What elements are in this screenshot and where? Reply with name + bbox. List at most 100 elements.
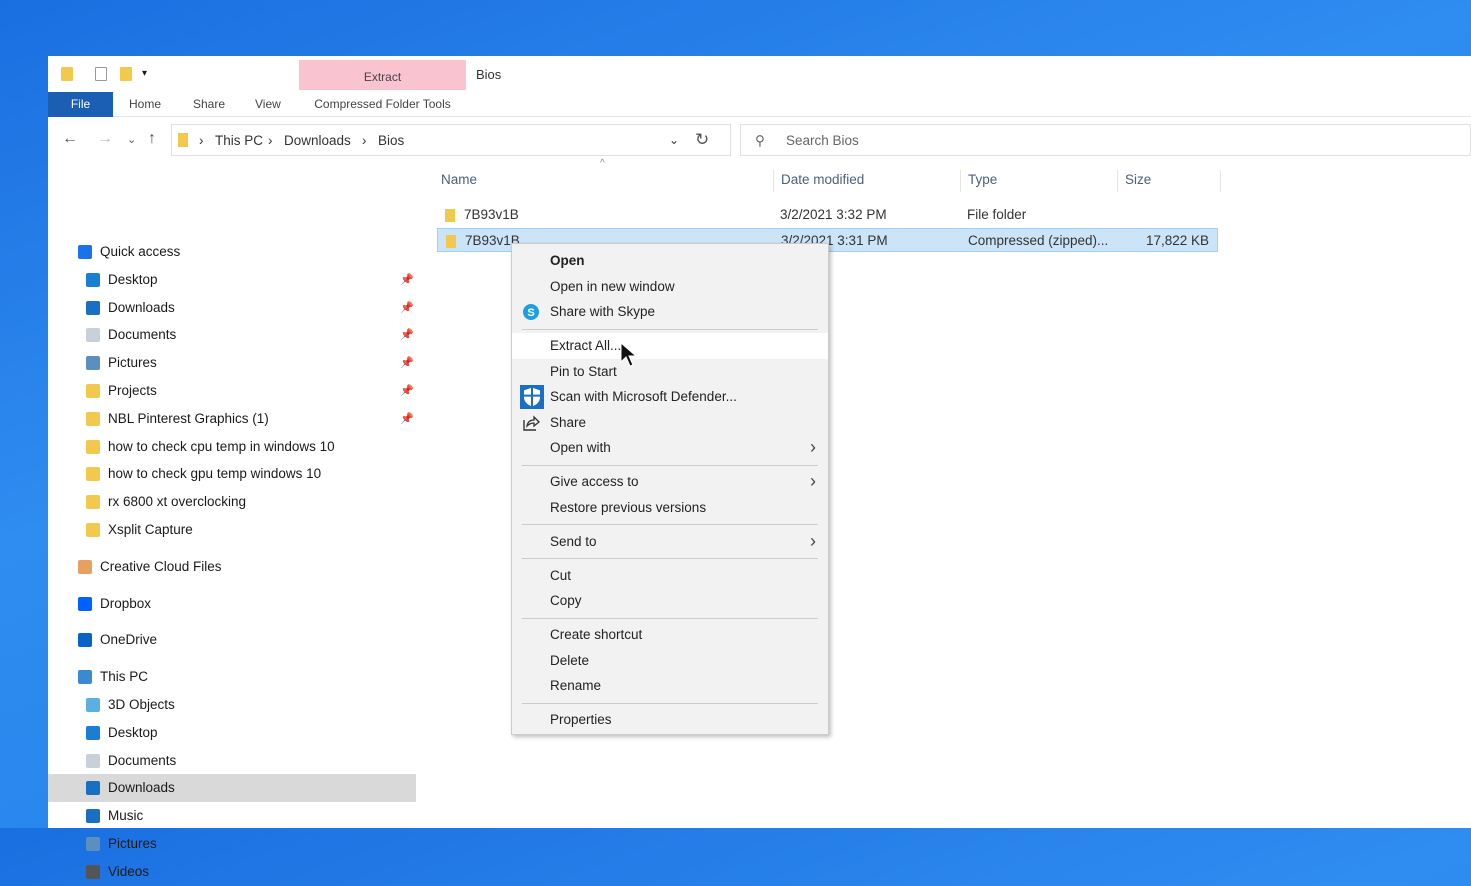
extract-context-tab[interactable]: Extract [299, 60, 466, 90]
tab-file[interactable]: File [48, 92, 113, 117]
column-date-modified[interactable]: Date modified [781, 172, 864, 187]
back-icon[interactable]: ← [62, 130, 78, 148]
sidebar-item-documents[interactable]: Documents 📌 [48, 321, 416, 349]
search-input[interactable]: ⚲ Search Bios [740, 124, 1471, 156]
sidebar-item-label: NBL Pinterest Graphics (1) [108, 410, 269, 426]
sidebar-item-downloads[interactable]: Downloads 📌 [48, 294, 416, 322]
sort-ascending-icon: ^ [600, 158, 605, 169]
sidebar-item-label: Pictures [108, 355, 157, 371]
column-type[interactable]: Type [968, 172, 997, 187]
menu-item-send-to[interactable]: Send to › [512, 529, 828, 555]
chevron-down-icon[interactable]: ⌄ [669, 133, 679, 147]
sidebar-item-xsplit-capture[interactable]: Xsplit Capture [48, 516, 416, 544]
download-icon [86, 300, 100, 315]
new-folder-icon[interactable] [120, 67, 132, 81]
download-icon [86, 781, 100, 796]
menu-item-label: Delete [550, 652, 590, 668]
sidebar-item-pictures[interactable]: Pictures 📌 [48, 349, 416, 377]
ribbon-tabs: File Home Share View Compressed Folder T… [48, 92, 1471, 117]
sidebar-item-label: how to check gpu temp windows 10 [108, 466, 322, 482]
pin-icon[interactable]: 📌 [400, 321, 414, 349]
breadcrumb-bios[interactable]: Bios [378, 133, 404, 148]
3d-objects-icon [86, 698, 100, 712]
sidebar-item-dropbox[interactable]: Dropbox [48, 590, 416, 618]
menu-item-label: Pin to Start [550, 363, 617, 379]
address-bar[interactable]: › This PC › Downloads › Bios ⌄ [171, 124, 731, 156]
properties-icon[interactable] [95, 67, 107, 81]
menu-item-label: Open [550, 253, 585, 268]
menu-item-pin-to-start[interactable]: Pin to Start [512, 359, 828, 385]
sidebar-item-videos[interactable]: Videos [48, 858, 416, 886]
tab-compressed-folder-tools[interactable]: Compressed Folder Tools [299, 92, 466, 117]
file-explorer-window: ▾ Extract Bios File Home Share View Comp… [48, 56, 1471, 879]
up-icon[interactable]: ↑ [148, 130, 156, 148]
folder-icon [86, 523, 100, 537]
sidebar-item-label: Projects [108, 383, 157, 398]
menu-item-properties[interactable]: Properties [512, 707, 828, 733]
sidebar-item-label: Documents [108, 752, 177, 768]
customize-dropdown-icon[interactable]: ▾ [142, 68, 147, 79]
sidebar-item-quick-access[interactable]: Quick access [48, 238, 416, 266]
sidebar-item-rx-6800-xt-overclocking[interactable]: rx 6800 xt overclocking [48, 488, 416, 516]
menu-item-give-access-to[interactable]: Give access to › [512, 469, 828, 495]
menu-item-open-with[interactable]: Open with › [512, 435, 828, 461]
desktop-icon [86, 272, 100, 287]
menu-item-restore-previous-versions[interactable]: Restore previous versions [512, 495, 828, 521]
sidebar-item-pictures[interactable]: Pictures [48, 830, 416, 858]
sidebar-item-this-pc[interactable]: This PC [48, 663, 416, 691]
sidebar-item-desktop[interactable]: Desktop [48, 719, 416, 747]
navigation-pane: Quick access Desktop 📌 Downloads 📌 Documents 📌… [48, 163, 416, 879]
folder-icon [445, 209, 455, 222]
menu-item-open[interactable]: Open [512, 248, 828, 274]
refresh-icon[interactable]: ↻ [695, 130, 709, 150]
pin-icon[interactable]: 📌 [400, 377, 414, 405]
pin-icon[interactable]: 📌 [400, 405, 414, 433]
breadcrumb-this-pc[interactable]: This PC [215, 133, 263, 148]
pin-icon[interactable]: 📌 [400, 266, 414, 294]
menu-item-copy[interactable]: Copy [512, 588, 828, 614]
sidebar-item-onedrive[interactable]: OneDrive [48, 626, 416, 654]
menu-item-cut[interactable]: Cut [512, 563, 828, 589]
sidebar-item-desktop[interactable]: Desktop 📌 [48, 266, 416, 294]
defender-icon [520, 385, 544, 409]
star-icon [78, 245, 92, 259]
folder-icon [86, 411, 100, 426]
menu-item-rename[interactable]: Rename [512, 673, 828, 699]
column-name[interactable]: Name [441, 172, 477, 187]
sidebar-item-projects[interactable]: Projects 📌 [48, 377, 416, 405]
breadcrumb-downloads[interactable]: Downloads [284, 133, 351, 148]
recent-locations-icon[interactable]: ⌄ [127, 133, 136, 146]
tab-share[interactable]: Share [193, 92, 225, 117]
sidebar-item-label: Pictures [108, 836, 157, 851]
menu-item-create-shortcut[interactable]: Create shortcut [512, 622, 828, 648]
folder-icon [61, 67, 73, 81]
chevron-right-icon: › [810, 437, 816, 457]
menu-item-open-in-new-window[interactable]: Open in new window [512, 274, 828, 300]
menu-item-share[interactable]: Share [512, 410, 828, 436]
chevron-right-icon: › [810, 471, 816, 491]
sidebar-item-label: Documents [108, 327, 177, 343]
sidebar-item-downloads[interactable]: Downloads [48, 774, 416, 803]
file-row[interactable]: 7B93v1B 3/2/2021 3:32 PM File folder [437, 203, 1218, 227]
sidebar-item-documents[interactable]: Documents [48, 747, 416, 775]
tab-view[interactable]: View [255, 92, 281, 117]
sidebar-item-3d-objects[interactable]: 3D Objects [48, 691, 416, 719]
column-size[interactable]: Size [1125, 172, 1151, 187]
tab-home[interactable]: Home [129, 92, 161, 117]
sidebar-item-music[interactable]: Music [48, 802, 416, 830]
sidebar-item-how-to-check-gpu-temp-windows-10[interactable]: how to check gpu temp windows 10 [48, 460, 416, 488]
sidebar-item-nbl-pinterest-graphics-1[interactable]: NBL Pinterest Graphics (1) 📌 [48, 405, 416, 433]
sidebar-item-how-to-check-cpu-temp-in-windows-10[interactable]: how to check cpu temp in windows 10 [48, 433, 416, 461]
menu-item-scan-with-microsoft-defender[interactable]: Scan with Microsoft Defender... [512, 384, 828, 410]
menu-item-share-with-skype[interactable]: S Share with Skype [512, 299, 828, 325]
menu-item-extract-all[interactable]: Extract All... [512, 333, 828, 359]
sidebar-item-creative-cloud-files[interactable]: Creative Cloud Files [48, 553, 416, 581]
forward-icon[interactable]: → [97, 130, 113, 148]
pin-icon[interactable]: 📌 [400, 349, 414, 377]
folder-icon [86, 495, 100, 510]
pin-icon[interactable]: 📌 [400, 294, 414, 322]
menu-separator [522, 702, 818, 704]
svg-text:S: S [527, 307, 534, 319]
menu-item-label: Scan with Microsoft Defender... [550, 389, 737, 404]
menu-item-delete[interactable]: Delete [512, 648, 828, 674]
